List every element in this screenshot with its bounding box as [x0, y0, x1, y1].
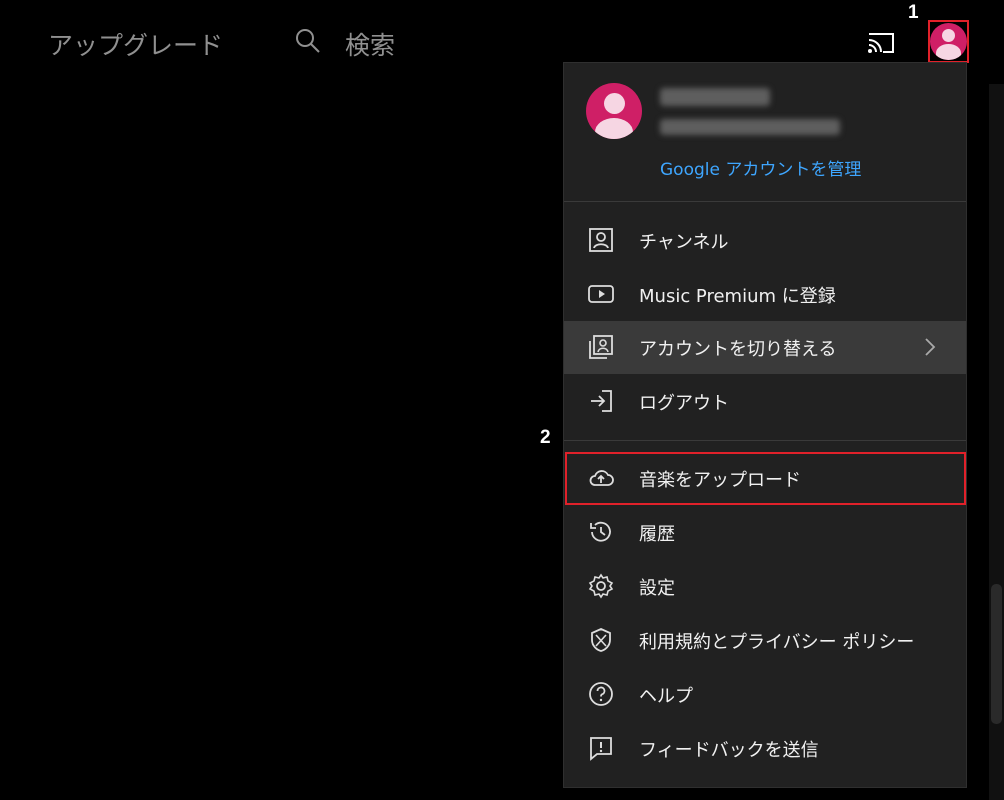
menu-item-label: フィードバックを送信	[639, 739, 819, 761]
menu-item-terms-privacy[interactable]: 利用規約とプライバシー ポリシー	[564, 614, 966, 667]
divider	[564, 440, 966, 441]
account-box-icon	[588, 227, 614, 253]
menu-item-switch-account[interactable]: アカウントを切り替える	[564, 321, 966, 374]
menu-item-logout[interactable]: ログアウト	[564, 375, 966, 428]
manage-google-account-link[interactable]: Google アカウントを管理	[660, 155, 861, 180]
feedback-icon	[588, 735, 614, 761]
chevron-right-icon	[924, 337, 936, 357]
search-input[interactable]: 検索	[345, 26, 395, 62]
scrollbar-thumb[interactable]	[991, 584, 1002, 724]
blurred-account-email	[660, 119, 840, 135]
menu-item-label: 履歴	[639, 523, 675, 545]
history-icon	[588, 519, 614, 545]
menu-item-feedback[interactable]: フィードバックを送信	[564, 722, 966, 775]
exit-icon	[588, 388, 614, 414]
menu-item-label: Music Premium に登録	[639, 285, 836, 307]
youtube-play-icon	[588, 281, 614, 307]
search-icon[interactable]	[293, 26, 323, 56]
profile-avatar-head	[604, 93, 625, 114]
blurred-account-name	[660, 88, 770, 106]
menu-item-help[interactable]: ヘルプ	[564, 668, 966, 721]
divider	[564, 201, 966, 202]
help-icon	[588, 681, 614, 707]
step-number-1: 1	[908, 2, 919, 23]
menu-item-label: 利用規約とプライバシー ポリシー	[639, 631, 915, 653]
avatar-highlight-box	[928, 20, 969, 63]
account-menu: Google アカウントを管理 チャンネル Music Premium に登録	[563, 62, 967, 788]
page-scrollbar[interactable]	[989, 84, 1004, 800]
upload-highlight-box	[565, 452, 966, 505]
step-number-2: 2	[540, 427, 551, 448]
menu-item-label: チャンネル	[639, 231, 729, 253]
switch-account-icon	[588, 334, 614, 360]
cast-icon[interactable]	[866, 30, 896, 56]
menu-item-label: ログアウト	[639, 392, 729, 414]
upgrade-link[interactable]: アップグレード	[48, 26, 223, 62]
menu-item-settings[interactable]: 設定	[564, 560, 966, 613]
profile-avatar	[586, 83, 642, 139]
menu-item-music-premium[interactable]: Music Premium に登録	[564, 268, 966, 321]
menu-item-label: ヘルプ	[639, 685, 693, 707]
profile-avatar-body	[595, 118, 633, 139]
menu-item-history[interactable]: 履歴	[564, 506, 966, 559]
gear-icon	[588, 573, 614, 599]
menu-item-label: 設定	[639, 577, 675, 599]
menu-item-label: アカウントを切り替える	[639, 338, 837, 360]
shield-icon	[588, 627, 614, 653]
menu-item-channel[interactable]: チャンネル	[564, 214, 966, 267]
